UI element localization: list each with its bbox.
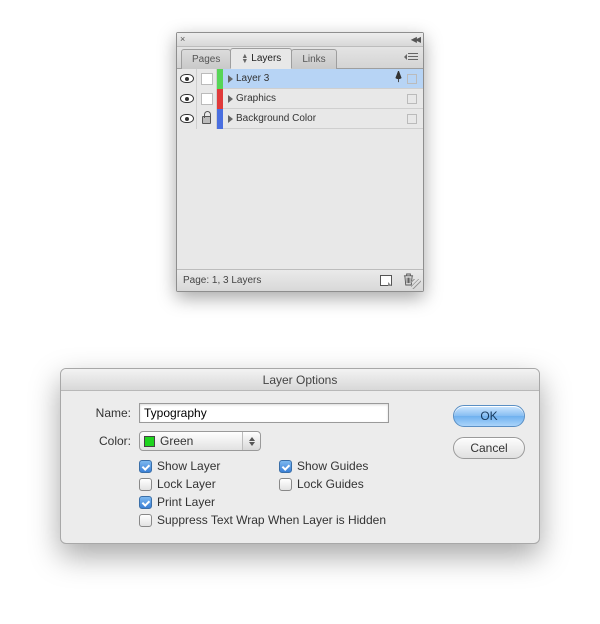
menu-icon (408, 53, 418, 61)
check-label: Print Layer (157, 495, 215, 509)
panel-footer: Page: 1, 3 Layers (177, 269, 423, 291)
disclosure-icon[interactable] (228, 75, 233, 83)
dialog-title: Layer Options (263, 373, 338, 387)
lock-toggle[interactable] (197, 109, 217, 129)
name-field-row: Name: (75, 403, 439, 423)
dialog-body: Name: Color: Green Show Layer (61, 391, 539, 543)
disclosure-icon[interactable] (228, 115, 233, 123)
color-field-row: Color: Green (75, 431, 439, 451)
dropdown-arrows-icon (242, 432, 260, 450)
layer-list: Layer 3 Graphics Background Color (177, 69, 423, 269)
color-value: Green (160, 434, 193, 448)
selection-box[interactable] (407, 114, 417, 124)
resize-grip[interactable] (411, 279, 421, 289)
visibility-toggle[interactable] (177, 109, 197, 129)
footer-status: Page: 1, 3 Layers (183, 275, 373, 286)
checkbox-icon (139, 460, 152, 473)
tab-label: Links (302, 54, 325, 65)
button-label: Cancel (470, 441, 507, 455)
visibility-toggle[interactable] (177, 69, 197, 89)
checkbox-icon (279, 460, 292, 473)
checkbox-icon (279, 478, 292, 491)
color-label: Color: (75, 434, 131, 448)
eye-icon (180, 114, 194, 123)
panel-titlebar[interactable]: × ◀◀ (177, 33, 423, 47)
check-lock-layer[interactable]: Lock Layer (139, 477, 279, 491)
check-label: Lock Layer (157, 477, 216, 491)
button-label: OK (480, 409, 497, 423)
lock-toggle[interactable] (197, 89, 217, 109)
check-label: Show Guides (297, 459, 368, 473)
name-input[interactable] (139, 403, 389, 423)
eye-icon (180, 74, 194, 83)
layer-row[interactable]: Background Color (177, 109, 423, 129)
layer-color-strip (217, 109, 223, 129)
name-label: Name: (75, 406, 131, 420)
collapse-icon[interactable]: ◀◀ (411, 35, 419, 44)
disclosure-icon[interactable] (228, 95, 233, 103)
updown-icon: ▲▼ (241, 54, 248, 64)
options-grid: Show Layer Show Guides Lock Layer Lock G… (139, 459, 439, 527)
checkbox-icon (139, 478, 152, 491)
active-layer-indicator (389, 71, 407, 86)
check-label: Show Layer (157, 459, 220, 473)
eye-icon (180, 94, 194, 103)
lock-toggle[interactable] (197, 69, 217, 89)
tab-links[interactable]: Links (291, 49, 336, 69)
empty-box-icon (201, 73, 213, 85)
check-label: Suppress Text Wrap When Layer is Hidden (157, 513, 386, 527)
tab-label: Pages (192, 54, 220, 65)
new-page-icon (380, 275, 392, 286)
check-lock-guides[interactable]: Lock Guides (279, 477, 439, 491)
checkbox-icon (139, 514, 152, 527)
new-layer-button[interactable] (377, 273, 395, 288)
ok-button[interactable]: OK (453, 405, 525, 427)
lock-icon (202, 116, 211, 124)
check-print-layer[interactable]: Print Layer (139, 495, 279, 509)
selection-box[interactable] (407, 74, 417, 84)
check-suppress-wrap[interactable]: Suppress Text Wrap When Layer is Hidden (139, 513, 439, 527)
color-dropdown[interactable]: Green (139, 431, 261, 451)
layer-color-strip (217, 89, 223, 109)
panel-tabs: Pages ▲▼ Layers Links (177, 47, 423, 69)
dialog-buttons: OK Cancel (453, 403, 525, 527)
layer-name: Graphics (236, 93, 389, 104)
pen-icon (393, 71, 404, 86)
layer-row[interactable]: Graphics (177, 89, 423, 109)
layer-row[interactable]: Layer 3 (177, 69, 423, 89)
layer-color-strip (217, 69, 223, 89)
layer-name: Background Color (236, 113, 389, 124)
color-swatch (144, 436, 155, 447)
dialog-titlebar[interactable]: Layer Options (61, 369, 539, 391)
layer-options-dialog: Layer Options Name: Color: Green (60, 368, 540, 544)
selection-box[interactable] (407, 94, 417, 104)
tab-layers[interactable]: ▲▼ Layers (230, 48, 292, 69)
check-show-layer[interactable]: Show Layer (139, 459, 279, 473)
tab-pages[interactable]: Pages (181, 49, 231, 69)
layers-panel: × ◀◀ Pages ▲▼ Layers Links Layer 3 (176, 32, 424, 292)
tab-label: Layers (251, 53, 281, 64)
close-icon[interactable]: × (180, 34, 185, 44)
empty-box-icon (201, 93, 213, 105)
cancel-button[interactable]: Cancel (453, 437, 525, 459)
checkbox-icon (139, 496, 152, 509)
layer-name: Layer 3 (236, 73, 389, 84)
visibility-toggle[interactable] (177, 89, 197, 109)
panel-menu-button[interactable] (406, 51, 420, 63)
dialog-form: Name: Color: Green Show Layer (75, 403, 439, 527)
check-label: Lock Guides (297, 477, 364, 491)
check-show-guides[interactable]: Show Guides (279, 459, 439, 473)
